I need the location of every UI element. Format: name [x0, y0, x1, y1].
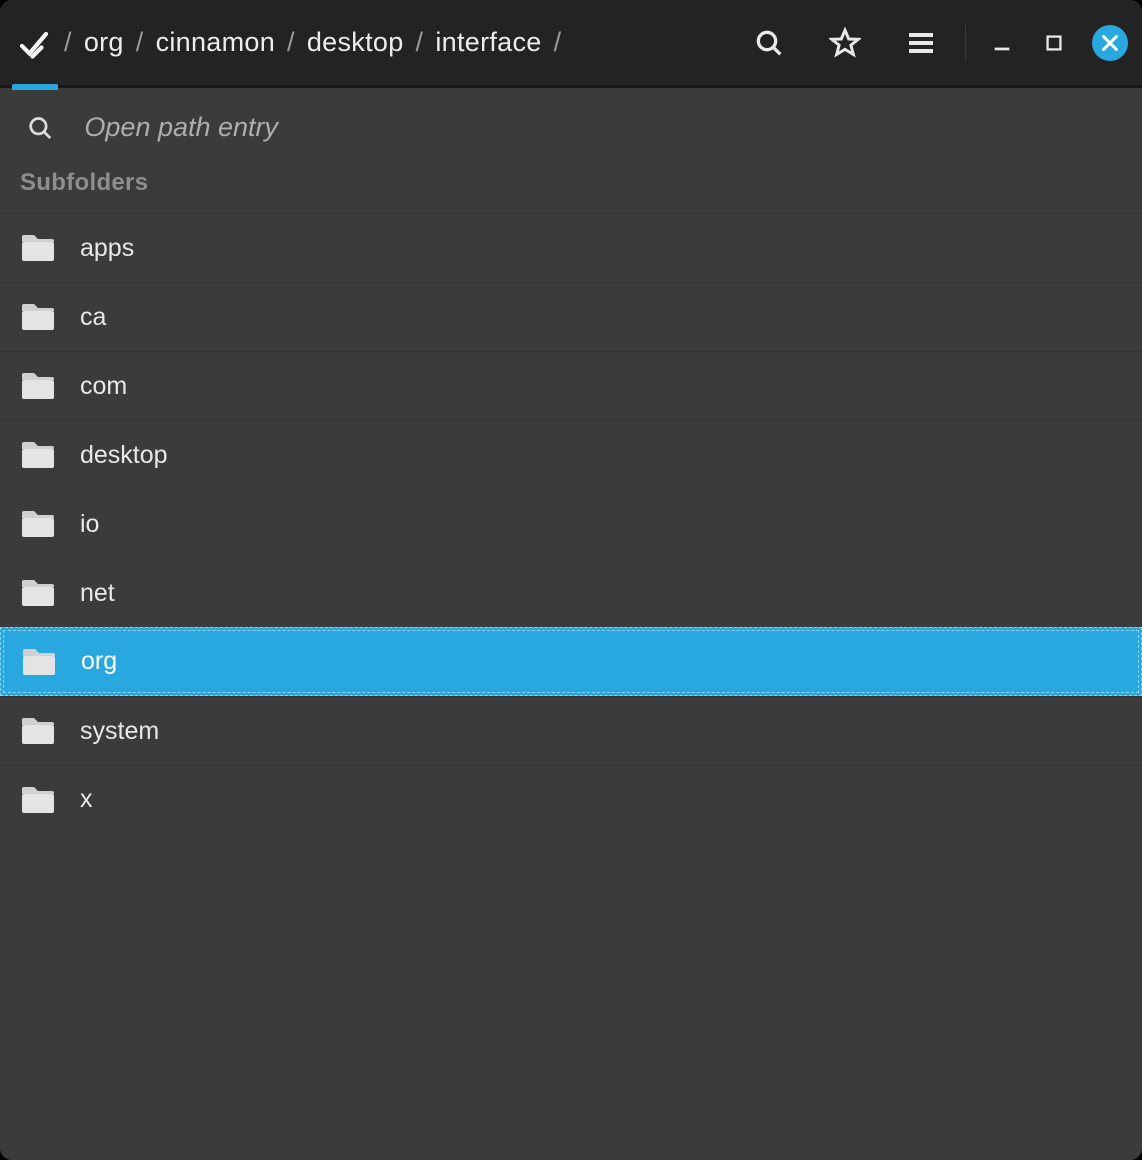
breadcrumb-crumb-0[interactable]: org	[82, 23, 126, 62]
list-item-label: x	[80, 785, 93, 814]
list-item-label: ca	[80, 303, 106, 332]
list-item-label: desktop	[80, 441, 168, 470]
list-item-label: io	[80, 510, 99, 539]
minimize-button[interactable]	[988, 29, 1016, 57]
folder-icon	[20, 440, 56, 470]
list-item-label: apps	[80, 234, 134, 263]
folder-icon	[20, 578, 56, 608]
breadcrumb-crumb-3[interactable]: interface	[433, 23, 543, 62]
app-icon-button[interactable]	[16, 0, 52, 87]
list-item-label: com	[80, 372, 127, 401]
list-item-label: org	[81, 647, 117, 676]
breadcrumb-separator: /	[281, 27, 301, 58]
folder-icon	[20, 302, 56, 332]
list-item[interactable]: com	[0, 351, 1142, 420]
dconf-logo-icon	[16, 25, 52, 61]
hamburger-icon	[905, 27, 937, 59]
breadcrumb: / org / cinnamon / desktop / interface /	[58, 23, 567, 62]
breadcrumb-separator: /	[548, 27, 568, 58]
search-button[interactable]	[747, 21, 791, 65]
folder-icon	[20, 509, 56, 539]
search-bar	[0, 88, 1142, 163]
list-item[interactable]: apps	[0, 213, 1142, 282]
list-item-label: net	[80, 579, 115, 608]
close-icon	[1099, 32, 1121, 54]
list-item[interactable]: x	[0, 765, 1142, 834]
bookmark-button[interactable]	[823, 21, 867, 65]
list-item-label: system	[80, 717, 159, 746]
window-controls	[965, 25, 1128, 61]
breadcrumb-crumb-1[interactable]: cinnamon	[154, 23, 277, 62]
path-entry-input[interactable]	[84, 112, 1120, 143]
folder-icon	[20, 233, 56, 263]
breadcrumb-separator: /	[130, 27, 150, 58]
folder-icon	[20, 785, 56, 815]
folder-icon	[20, 371, 56, 401]
breadcrumb-separator: /	[410, 27, 430, 58]
folder-icon	[20, 716, 56, 746]
list-item[interactable]: ca	[0, 282, 1142, 351]
window: / org / cinnamon / desktop / interface /	[0, 0, 1142, 1160]
content-area: Subfolders apps ca com desktop io net org syste…	[0, 88, 1142, 1160]
headerbar: / org / cinnamon / desktop / interface /	[0, 0, 1142, 88]
list-item[interactable]: io	[0, 489, 1142, 558]
star-icon	[829, 27, 861, 59]
search-icon	[26, 113, 54, 143]
maximize-button[interactable]	[1040, 29, 1068, 57]
breadcrumb-separator: /	[58, 27, 78, 58]
list-item[interactable]: net	[0, 558, 1142, 627]
header-actions	[747, 21, 943, 65]
minimize-icon	[991, 32, 1013, 54]
menu-button[interactable]	[899, 21, 943, 65]
maximize-icon	[1043, 32, 1065, 54]
subfolder-list: apps ca com desktop io net org system x	[0, 213, 1142, 834]
section-header: Subfolders	[0, 163, 1142, 213]
search-icon	[753, 27, 785, 59]
folder-icon	[21, 647, 57, 677]
breadcrumb-crumb-2[interactable]: desktop	[305, 23, 406, 62]
list-item[interactable]: desktop	[0, 420, 1142, 489]
list-item[interactable]: system	[0, 696, 1142, 765]
close-button[interactable]	[1092, 25, 1128, 61]
list-item[interactable]: org	[0, 627, 1142, 696]
app-icon-underline	[12, 84, 58, 90]
